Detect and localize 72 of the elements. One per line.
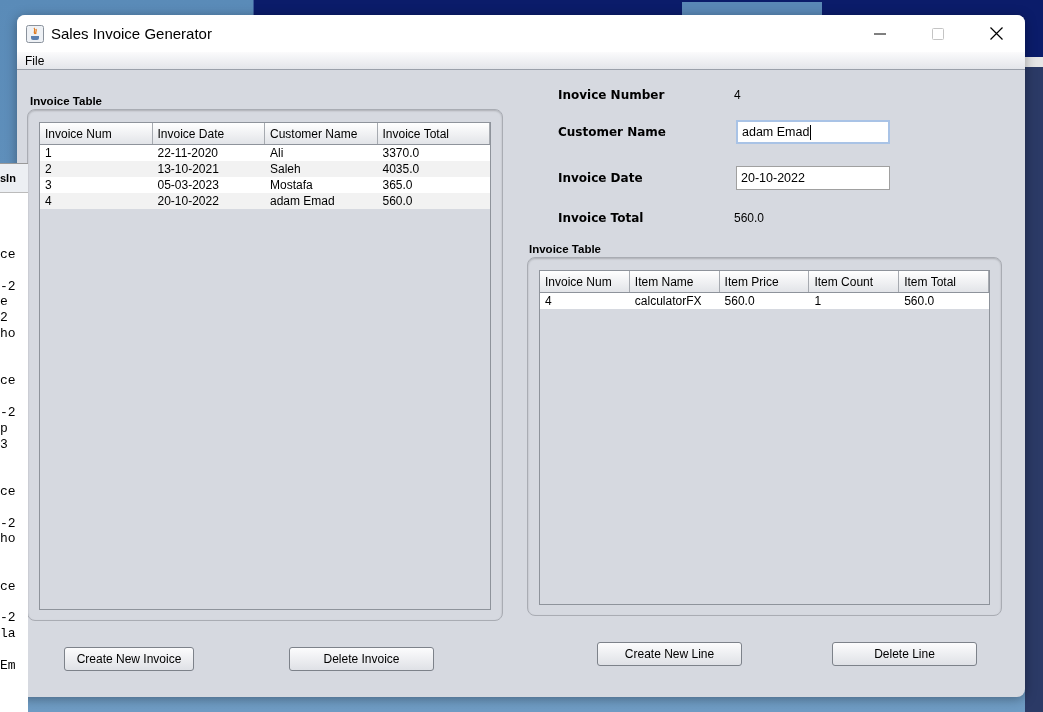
table-cell-text: 560.0 <box>723 293 756 309</box>
table-cell-text: 560.0 <box>903 293 936 309</box>
code-line: la <box>0 626 17 642</box>
code-line: Em <box>0 657 17 674</box>
maximize-icon <box>932 27 944 40</box>
text-field[interactable]: adam Emad <box>736 120 890 144</box>
table-cell-text: 2 <box>44 161 53 177</box>
table-cell-text: 1 <box>813 293 823 309</box>
table-cell-text: 365.0 <box>381 177 414 193</box>
group-title: Invoice Table <box>30 95 102 107</box>
table-cell-text: calculatorFX <box>633 293 703 309</box>
table-cell-text: 05-03-2023 <box>156 177 220 193</box>
table-cell-text: 13-10-2021 <box>156 161 220 177</box>
group-title: Invoice Table <box>529 243 601 255</box>
button[interactable]: Delete Line <box>832 642 977 666</box>
code-line: -2 <box>0 278 17 295</box>
text-field[interactable]: 20-10-2022 <box>736 166 890 190</box>
code-line: p <box>0 420 9 437</box>
code-line: ce <box>0 578 17 595</box>
code-line: 3 <box>0 436 9 453</box>
column-header[interactable]: Invoice Total <box>377 123 490 144</box>
minimize-icon <box>874 32 886 35</box>
field-label: Customer Name <box>558 125 667 139</box>
table-cell-text: Mostafa <box>269 177 314 193</box>
table-cell-text: Saleh <box>269 161 302 177</box>
field-label: Invoice Total <box>558 211 645 225</box>
table-row[interactable]: 3 05-03-2023 Mostafa 365.0 <box>40 177 490 193</box>
column-header[interactable]: Item Count <box>809 271 900 292</box>
column-header[interactable]: Invoice Num <box>540 271 630 292</box>
code-line: -2 <box>0 515 17 532</box>
table-cell-text: 1 <box>44 145 53 161</box>
button[interactable]: Create New Invoice <box>64 647 194 671</box>
menu-item[interactable]: File <box>25 53 45 68</box>
table-cell-text: 22-11-2020 <box>156 145 219 161</box>
table-cell-text: 560.0 <box>381 193 414 209</box>
code-line: -2 <box>0 610 17 627</box>
button[interactable]: Delete Invoice <box>289 647 434 671</box>
column-header[interactable]: Invoice Num <box>40 123 153 144</box>
table-cell-text: 3 <box>44 177 53 193</box>
column-header[interactable]: Item Total <box>899 271 989 292</box>
close-icon <box>989 27 1003 40</box>
code-line: 2 <box>0 310 9 326</box>
table-cell-text: 4 <box>44 193 53 209</box>
code-line: ho <box>0 531 17 548</box>
table-row[interactable]: 4 20-10-2022 adam Emad 560.0 <box>40 193 490 209</box>
column-header[interactable]: Item Price <box>719 271 810 292</box>
code-line: ce <box>0 247 17 263</box>
column-header[interactable]: Customer Name <box>265 123 378 144</box>
column-header[interactable]: Invoice Date <box>152 123 265 144</box>
code-line: ce <box>0 373 17 390</box>
code-line: e <box>0 294 9 311</box>
code-line: ce <box>0 483 17 500</box>
table-cell-text: adam Emad <box>269 193 336 209</box>
table-cell-text: 20-10-2022 <box>156 193 220 209</box>
table-row[interactable]: 4 calculatorFX 560.0 1 560.0 <box>540 293 989 309</box>
cup-icon <box>26 24 44 43</box>
table-row[interactable]: 2 13-10-2021 Saleh 4035.0 <box>40 161 490 177</box>
code-line: -2 <box>0 404 17 421</box>
table-cell-text: 4035.0 <box>381 161 421 177</box>
field-label: Invoice Date <box>558 171 644 185</box>
table-cell-text: 3370.0 <box>381 145 421 161</box>
table-cell-text: Ali <box>269 145 285 161</box>
field-value: 4 <box>734 88 742 102</box>
column-header[interactable]: Item Name <box>629 271 720 292</box>
window-title: Sales Invoice Generator <box>51 25 213 42</box>
code-line: ho <box>0 326 17 342</box>
field-value: 560.0 <box>734 211 766 225</box>
field-label: Inovice Number <box>558 88 666 102</box>
table-row[interactable]: 1 22-11-2020 Ali 3370.0 <box>40 145 490 161</box>
button[interactable]: Create New Line <box>597 642 742 666</box>
table-cell-text: 4 <box>544 293 553 309</box>
editor-tab[interactable]: sIn <box>0 164 28 193</box>
